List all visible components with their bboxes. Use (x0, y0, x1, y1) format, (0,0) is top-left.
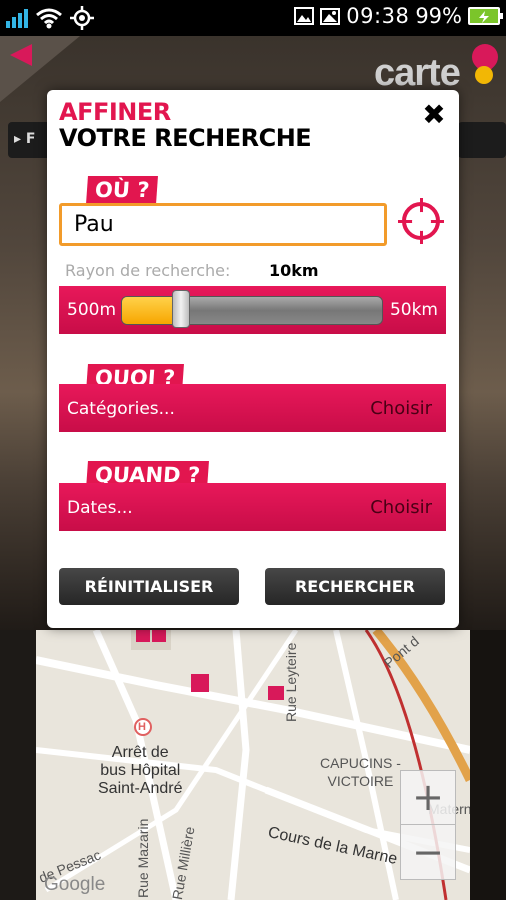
search-button[interactable]: RECHERCHER (265, 568, 445, 605)
right-tab[interactable] (458, 122, 506, 158)
slider-max-label: 50km (389, 300, 438, 320)
categories-label: Catégories... (67, 399, 175, 419)
hospital-marker: H (138, 721, 146, 733)
where-tag: OÙ ? (86, 176, 159, 204)
battery-percent: 99% (415, 4, 462, 28)
map-label-rue-leyteire: Rue Leyteire (283, 642, 299, 722)
radius-slider-bar: 500m 50km (59, 286, 446, 334)
dates-choose-button[interactable]: Choisir (370, 497, 432, 518)
zoom-in-button[interactable]: + (401, 771, 455, 825)
radius-value: 10km (269, 261, 319, 280)
map-left-strip (0, 630, 36, 900)
radius-label: Rayon de recherche: (65, 261, 231, 280)
image-notification-icon (294, 7, 315, 25)
refine-search-dialog: AFFINER VOTRE RECHERCHE ✖ OÙ ? Rayon de … (47, 90, 459, 628)
google-attribution: Google (44, 874, 106, 895)
radius-slider-track[interactable] (121, 296, 383, 325)
signal-icon (6, 8, 28, 28)
battery-charging-icon (468, 7, 503, 25)
status-bar: 09:38 99% (0, 0, 506, 36)
dialog-title-line1: AFFINER (59, 98, 171, 126)
back-arrow-icon (10, 44, 32, 66)
close-icon[interactable]: ✖ (421, 101, 447, 129)
radius-slider-thumb[interactable] (172, 290, 191, 328)
map-label-arret: Arrêt de bus Hôpital Saint-André (98, 744, 183, 797)
zoom-out-button[interactable]: − (401, 826, 455, 880)
gallery-notification-icon (320, 8, 341, 25)
categories-selector[interactable]: Catégories... Choisir (59, 384, 446, 432)
locate-me-icon[interactable] (398, 198, 444, 244)
location-input[interactable] (59, 203, 387, 246)
carte-logo: carte (374, 52, 461, 94)
zoom-controls: + − (400, 770, 456, 880)
pin-dot-icon (475, 66, 493, 84)
reset-button[interactable]: RÉINITIALISER (59, 568, 239, 605)
dates-selector[interactable]: Dates... Choisir (59, 483, 446, 531)
dialog-title-line2: VOTRE RECHERCHE (59, 124, 312, 152)
gps-icon (70, 6, 94, 30)
wifi-icon (36, 8, 62, 29)
map-label-rue-mazarin: Rue Mazarin (135, 818, 151, 898)
dates-label: Dates... (67, 498, 133, 518)
slider-min-label: 500m (67, 300, 117, 320)
categories-choose-button[interactable]: Choisir (370, 398, 432, 419)
map-right-strip (470, 630, 506, 900)
map-label-capucins: CAPUCINS - VICTOIRE (320, 755, 401, 789)
clock: 09:38 (346, 4, 410, 28)
